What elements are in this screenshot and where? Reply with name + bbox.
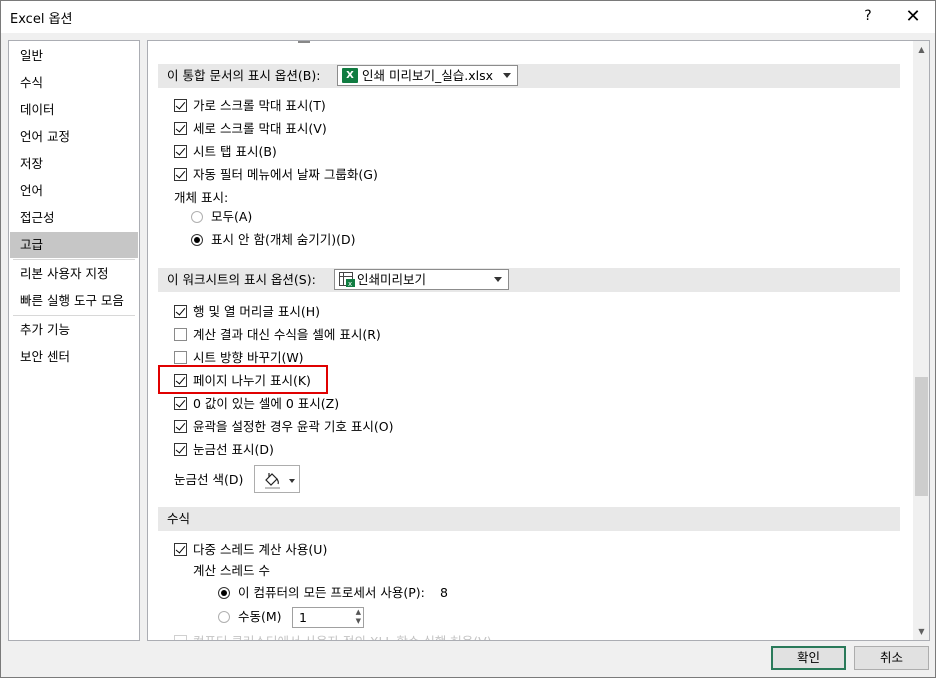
nav-item-general[interactable]: 일반 <box>10 43 138 69</box>
workbook-options-title: 이 통합 문서의 표시 옵션(B): <box>167 68 321 83</box>
nav-item-data[interactable]: 데이터 <box>10 97 138 123</box>
nav-divider <box>13 259 135 260</box>
vertical-scrollbar[interactable]: ▲ ▼ <box>913 41 929 640</box>
objects-label: 개체 표시: <box>174 190 229 205</box>
nav-item-proofing[interactable]: 언어 교정 <box>10 124 138 150</box>
headers-option-label: 행 및 열 머리글 표시(H) <box>193 304 321 319</box>
cancel-button[interactable]: 취소 <box>854 646 929 670</box>
formulas-option-label: 계산 결과 대신 수식을 셀에 표시(R) <box>193 327 381 342</box>
hscroll-option-label: 가로 스크롤 막대 표시(T) <box>193 98 326 113</box>
nav-item-save[interactable]: 저장 <box>10 151 138 177</box>
nav-divider <box>13 315 135 316</box>
manual-threads-label: 수동(M) <box>238 609 282 624</box>
stepper-arrows-icon[interactable]: ▲ ▼ <box>356 608 361 626</box>
dialog-title: Excel 옵션 <box>10 12 73 27</box>
nav-item-advanced[interactable]: 고급 <box>10 232 138 258</box>
gridline-color-button[interactable] <box>254 465 300 493</box>
radio-button[interactable] <box>191 234 203 246</box>
checkbox[interactable] <box>174 543 187 556</box>
title-bar: Excel 옵션 ? ✕ <box>1 1 935 33</box>
checkbox[interactable] <box>174 328 187 341</box>
ok-button[interactable]: 확인 <box>771 646 846 670</box>
all-processors-label: 이 컴퓨터의 모든 프로세서 사용(P): <box>238 585 425 600</box>
objects-all-label: 모두(A) <box>211 209 253 224</box>
checkbox[interactable] <box>174 305 187 318</box>
checkbox[interactable] <box>174 397 187 410</box>
workbook-select[interactable]: X 인쇄 미리보기_실습.xlsx <box>337 65 518 86</box>
outline-symbols-option-label: 윤곽을 설정한 경우 윤곽 기호 표시(O) <box>193 419 394 434</box>
chevron-down-icon <box>494 277 502 282</box>
zero-values-option-label: 0 값이 있는 셀에 0 표시(Z) <box>193 396 340 411</box>
worksheet-select[interactable]: x 인쇄미리보기 <box>334 269 509 290</box>
nav-item-accessibility[interactable]: 접근성 <box>10 205 138 231</box>
chevron-down-icon <box>503 73 511 78</box>
processor-count: 8 <box>440 585 448 600</box>
checkbox[interactable] <box>174 351 187 364</box>
nav-item-language[interactable]: 언어 <box>10 178 138 204</box>
vscroll-option-label: 세로 스크롤 막대 표시(V) <box>193 121 327 136</box>
checkbox[interactable] <box>174 99 187 112</box>
checkbox[interactable] <box>174 168 187 181</box>
objects-hide-label: 표시 안 함(개체 숨기기)(D) <box>211 232 356 247</box>
scroll-up-icon[interactable]: ▲ <box>913 41 929 58</box>
nav-item-customize-ribbon[interactable]: 리본 사용자 지정 <box>10 261 138 287</box>
highlight-box <box>158 365 328 394</box>
date-grouping-option-label: 자동 필터 메뉴에서 날짜 그룹화(G) <box>193 167 378 182</box>
manual-threads-stepper[interactable]: 1 ▲ ▼ <box>292 607 364 628</box>
cluster-option-label: 컴퓨터 클러스터에서 사용자 정의 XLL 함수 실행 허용(V) <box>193 632 492 640</box>
help-button[interactable]: ? <box>845 1 891 31</box>
gridline-color-label: 눈금선 색(D) <box>174 472 244 487</box>
excel-file-icon: X <box>342 68 358 83</box>
sheet-tabs-option-label: 시트 탭 표시(B) <box>193 144 277 159</box>
nav-item-trust-center[interactable]: 보안 센터 <box>10 344 138 370</box>
worksheet-options-title: 이 워크시트의 표시 옵션(S): <box>167 272 316 287</box>
scroll-cut-edge <box>298 41 310 43</box>
checkbox[interactable] <box>174 122 187 135</box>
radio-button[interactable] <box>218 587 230 599</box>
multithread-option-label: 다중 스레드 계산 사용(U) <box>193 542 328 557</box>
scroll-thumb[interactable] <box>915 377 928 496</box>
nav-item-formulas[interactable]: 수식 <box>10 70 138 96</box>
excel-options-dialog: Excel 옵션 ? ✕ 일반 수식 데이터 언어 교정 저장 언어 접근성 고… <box>0 0 936 678</box>
radio-button[interactable] <box>191 211 203 223</box>
options-panel: 이 통합 문서의 표시 옵션(B): X 인쇄 미리보기_실습.xlsx 가로 … <box>147 40 930 641</box>
checkbox[interactable] <box>174 635 187 640</box>
gridlines-option-label: 눈금선 표시(D) <box>193 442 274 457</box>
nav-item-quick-access-toolbar[interactable]: 빠른 실행 도구 모음 <box>10 288 138 314</box>
formula-section-header: 수식 <box>158 507 900 531</box>
svg-text:x: x <box>348 280 352 287</box>
nav-item-add-ins[interactable]: 추가 기능 <box>10 317 138 343</box>
scroll-down-icon[interactable]: ▼ <box>913 623 929 640</box>
checkbox[interactable] <box>174 145 187 158</box>
manual-threads-value: 1 <box>299 610 307 625</box>
close-button[interactable]: ✕ <box>890 1 936 31</box>
radio-button[interactable] <box>218 611 230 623</box>
worksheet-options-header: 이 워크시트의 표시 옵션(S): <box>158 268 900 292</box>
category-nav: 일반 수식 데이터 언어 교정 저장 언어 접근성 고급 리본 사용자 지정 빠… <box>8 40 140 641</box>
worksheet-select-value: 인쇄미리보기 <box>357 272 427 287</box>
checkbox[interactable] <box>174 420 187 433</box>
workbook-select-value: 인쇄 미리보기_실습.xlsx <box>362 68 493 83</box>
formula-section-title: 수식 <box>167 511 191 526</box>
checkbox[interactable] <box>174 443 187 456</box>
thread-count-label: 계산 스레드 수 <box>193 563 270 578</box>
sheet-icon: x <box>339 272 355 287</box>
workbook-options-header: 이 통합 문서의 표시 옵션(B): <box>158 64 900 88</box>
paint-bucket-icon <box>265 473 295 489</box>
